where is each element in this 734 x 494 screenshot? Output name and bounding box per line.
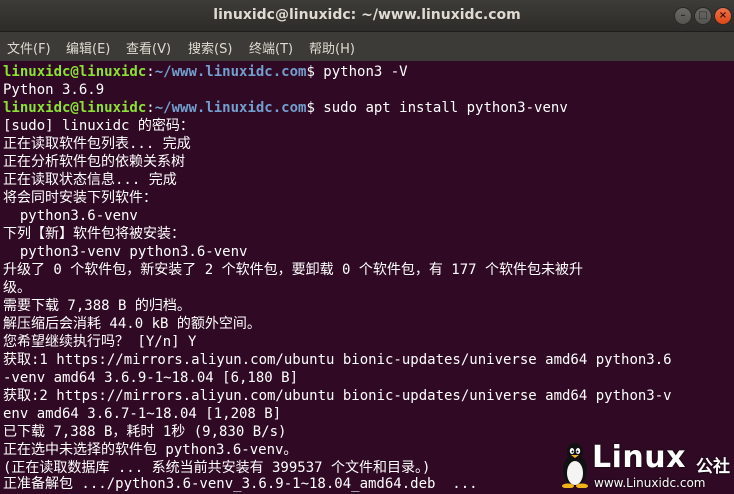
terminal-line: 级。 [3, 280, 31, 296]
terminal-line: 需要下载 7,388 B 的归档。 [3, 298, 191, 314]
terminal-line: python3-venv python3.6-venv [3, 244, 248, 260]
terminal-line: -venv amd64 3.6.9-1~18.04 [6,180 B] [3, 370, 299, 386]
terminal-line: 获取:1 https://mirrors.aliyun.com/ubuntu b… [3, 352, 672, 368]
terminal-line: linuxidc@linuxidc:~/www.linuxidc.com$ py… [3, 63, 408, 81]
terminal-line: 升级了 0 个软件包，新安装了 2 个软件包，要卸载 0 个软件包，有 177 … [3, 262, 583, 278]
watermark-logo: Linux 公社 www.Linuxidc.com [560, 440, 732, 492]
terminal-line: 正在选中未选择的软件包 python3.6-venv。 [3, 442, 298, 458]
terminal-line: 解压缩后会消耗 44.0 kB 的额外空间。 [3, 316, 261, 332]
terminal-line: 您希望继续执行吗？ [Y/n] Y [3, 334, 197, 350]
prompt-separator: : [146, 100, 155, 116]
terminal-line: 正准备解包 .../python3.6-venv_3.6.9-1~18.04_a… [3, 476, 478, 492]
tux-penguin-icon [562, 443, 588, 488]
command-text: $ sudo apt install python3-venv [306, 100, 568, 116]
terminal-line: [sudo] linuxidc 的密码： [3, 118, 194, 134]
title-bar[interactable]: linuxidc@linuxidc: ~/www.linuxidc.com – … [0, 0, 734, 32]
terminal-line: 正在读取状态信息... 完成 [3, 172, 177, 188]
menu-help[interactable]: 帮助(H) [309, 38, 355, 57]
terminal-line: Python 3.6.9 [3, 82, 105, 98]
prompt-user: linuxidc@linuxidc [3, 64, 147, 80]
terminal-line: env amd64 3.6.7-1~18.04 [1,208 B] [3, 406, 282, 422]
terminal-window: linuxidc@linuxidc: ~/www.linuxidc.com – … [0, 0, 734, 494]
prompt-separator: : [146, 64, 155, 80]
prompt-path: ~/www.linuxidc.com [154, 64, 307, 80]
watermark-site: www.Linuxidc.com [594, 476, 706, 490]
command-text: $ python3 -V [306, 64, 408, 80]
terminal-line: 正在读取软件包列表... 完成 [3, 136, 191, 152]
watermark-suffix: 公社 [696, 457, 730, 477]
prompt-path: ~/www.linuxidc.com [154, 100, 307, 116]
maximize-button[interactable]: □ [694, 7, 712, 25]
window-title: linuxidc@linuxidc: ~/www.linuxidc.com [213, 7, 521, 23]
terminal-line: linuxidc@linuxidc:~/www.linuxidc.com$ su… [3, 99, 568, 117]
terminal-line: 将会同时安装下列软件： [3, 190, 157, 206]
prompt-user: linuxidc@linuxidc [3, 100, 147, 116]
menu-edit[interactable]: 编辑(E) [66, 38, 110, 57]
terminal-line: python3.6-venv [3, 208, 138, 224]
menu-terminal[interactable]: 终端(T) [249, 38, 293, 57]
close-button[interactable]: × [714, 7, 732, 25]
terminal-line: 正在分析软件包的依赖关系树 [3, 154, 185, 170]
terminal-line: 下列【新】软件包将被安装： [3, 226, 185, 242]
terminal-output[interactable]: linuxidc@linuxidc:~/www.linuxidc.com$ py… [0, 61, 734, 494]
menu-bar: 文件(F) 编辑(E) 查看(V) 搜索(S) 终端(T) 帮助(H) [0, 32, 734, 61]
watermark-brand: Linux [592, 440, 686, 475]
menu-view[interactable]: 查看(V) [126, 38, 171, 57]
menu-file[interactable]: 文件(F) [7, 38, 51, 57]
minimize-button[interactable]: – [674, 7, 692, 25]
terminal-line: 已下载 7,388 B，耗时 1秒 (9,830 B/s) [3, 424, 287, 440]
menu-search[interactable]: 搜索(S) [188, 38, 232, 57]
terminal-line: 获取:2 https://mirrors.aliyun.com/ubuntu b… [3, 388, 672, 404]
